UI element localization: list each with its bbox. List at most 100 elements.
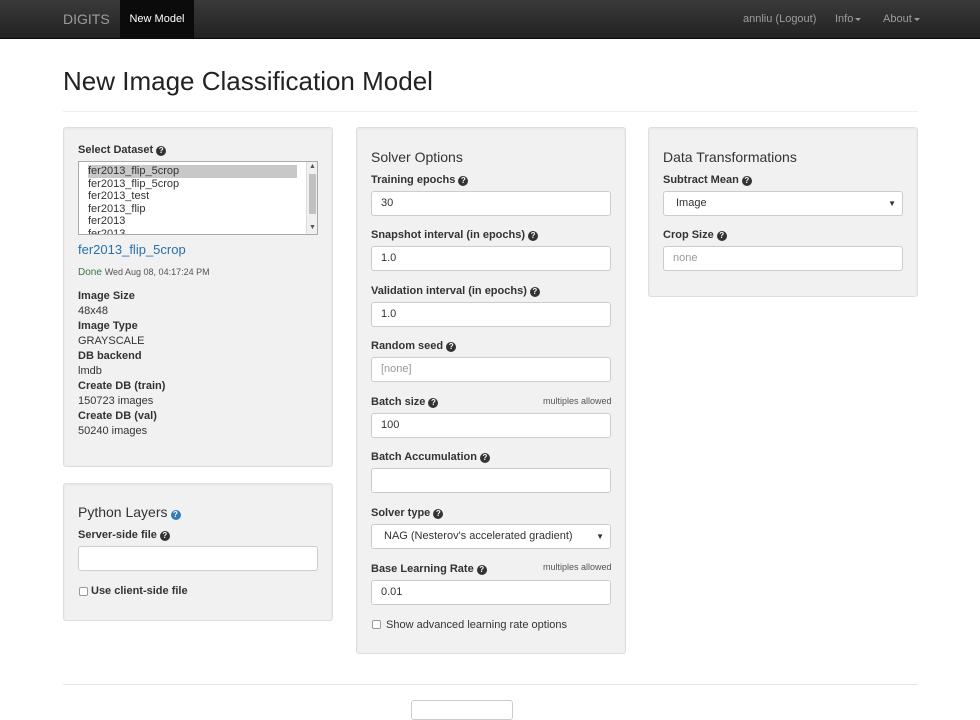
question-circle-icon[interactable]: ? <box>156 146 167 156</box>
status-time: Wed Aug 08, 04:17:24 PM <box>104 267 210 277</box>
random-seed-label: Random seed? <box>371 340 457 352</box>
nav-user-logout[interactable]: annliu (Logout) <box>743 0 816 38</box>
dataset-panel: Select Dataset? fer2013_flip_5crop fer20… <box>63 127 333 467</box>
detail-value: 150723 images <box>78 395 154 407</box>
training-epochs-input[interactable]: 30 <box>371 191 611 216</box>
dataset-listbox[interactable]: fer2013_flip_5crop fer2013_flip_5crop fe… <box>78 161 318 235</box>
scroll-down-icon[interactable]: ▼ <box>309 224 316 231</box>
detail-label: Create DB (val) <box>78 410 157 422</box>
dataset-option[interactable]: fer2013_flip_5crop <box>79 178 317 191</box>
base-lr-label-text: Base Learning Rate <box>371 563 474 575</box>
data-transformations-title: Data Transformations <box>663 149 797 165</box>
subtract-mean-label: Subtract Mean? <box>663 174 752 186</box>
question-circle-icon[interactable]: ? <box>159 531 170 541</box>
question-circle-icon[interactable]: ? <box>528 231 539 241</box>
detail-label: Create DB (train) <box>78 380 166 392</box>
create-button-partial[interactable] <box>411 700 513 720</box>
crop-size-label-text: Crop Size <box>663 229 714 241</box>
python-layers-title: Python Layers? <box>78 504 181 520</box>
validation-interval-label-text: Validation interval (in epochs) <box>371 285 527 297</box>
random-seed-input[interactable]: [none] <box>371 357 611 382</box>
navbar: DIGITS New Model annliu (Logout) Info Ab… <box>0 0 980 39</box>
dataset-status: Done Wed Aug 08, 04:17:24 PM <box>78 267 210 278</box>
selected-dataset-link[interactable]: fer2013_flip_5crop <box>78 242 186 257</box>
nav-info-dropdown[interactable]: Info <box>835 0 862 38</box>
title-divider <box>63 111 918 112</box>
batch-accumulation-label-text: Batch Accumulation <box>371 451 477 463</box>
batch-size-label-text: Batch size <box>371 396 426 408</box>
nav-about-label: About <box>883 13 912 25</box>
caret-down-icon <box>913 17 920 21</box>
batch-size-multiples-note: multiples allowed <box>543 396 612 406</box>
dataset-option[interactable]: fer2013_flip_5crop <box>88 165 297 178</box>
question-circle-icon[interactable]: ? <box>716 231 727 241</box>
batch-accumulation-label: Batch Accumulation? <box>371 451 490 463</box>
detail-value: 48x48 <box>78 305 108 317</box>
question-circle-icon[interactable]: ? <box>479 453 490 463</box>
question-circle-icon[interactable]: ? <box>170 510 181 520</box>
page-title: New Image Classification Model <box>63 66 433 96</box>
snapshot-interval-label: Snapshot interval (in epochs)? <box>371 229 539 241</box>
python-layers-panel: Python Layers? Server-side file? Use cli… <box>63 483 333 621</box>
solver-type-label: Solver type? <box>371 507 444 519</box>
crop-size-label: Crop Size? <box>663 229 727 241</box>
crop-size-input[interactable]: none <box>663 246 903 271</box>
training-epochs-label-text: Training epochs <box>371 174 456 186</box>
batch-size-label: Batch size? <box>371 396 439 408</box>
nav-new-model[interactable]: New Model <box>120 0 194 38</box>
base-lr-multiples-note: multiples allowed <box>543 562 612 572</box>
validation-interval-label: Validation interval (in epochs)? <box>371 285 540 297</box>
detail-value: lmdb <box>78 365 102 377</box>
dataset-option[interactable]: fer2013_test <box>79 190 317 203</box>
advanced-lr-checkbox[interactable] <box>372 620 381 629</box>
dataset-option[interactable]: fer2013 <box>79 215 317 228</box>
solver-type-value: NAG (Nesterov's accelerated gradient) <box>384 530 573 542</box>
client-file-label[interactable]: Use client-side file <box>91 585 188 597</box>
validation-interval-input[interactable]: 1.0 <box>371 302 611 327</box>
subtract-mean-label-text: Subtract Mean <box>663 174 739 186</box>
subtract-mean-select[interactable]: Image ▼ <box>663 191 903 216</box>
server-file-label: Server-side file? <box>78 529 170 541</box>
caret-down-icon <box>855 17 862 21</box>
client-file-checkbox[interactable] <box>79 587 88 596</box>
nav-about-dropdown[interactable]: About <box>883 0 920 38</box>
detail-value: 50240 images <box>78 425 148 437</box>
select-dataset-label: Select Dataset? <box>78 144 167 156</box>
question-circle-icon[interactable]: ? <box>741 176 752 186</box>
bottom-divider <box>63 684 918 685</box>
detail-label: DB backend <box>78 350 142 362</box>
select-arrow-icon: ▼ <box>596 532 604 541</box>
status-done: Done <box>78 267 102 278</box>
random-seed-label-text: Random seed <box>371 340 444 352</box>
question-circle-icon[interactable]: ? <box>458 176 469 186</box>
server-file-label-text: Server-side file <box>78 529 157 541</box>
question-circle-icon[interactable]: ? <box>433 509 444 519</box>
brand-link[interactable]: DIGITS <box>63 0 110 38</box>
dataset-option[interactable]: fer2013_flip <box>79 203 317 216</box>
question-circle-icon[interactable]: ? <box>428 398 439 408</box>
listbox-scrollbar[interactable]: ▲ ▼ <box>306 162 317 234</box>
base-lr-input[interactable]: 0.01 <box>371 580 611 605</box>
question-circle-icon[interactable]: ? <box>446 342 457 352</box>
question-circle-icon[interactable]: ? <box>476 565 487 575</box>
solver-options-title: Solver Options <box>371 149 463 165</box>
select-arrow-icon: ▼ <box>888 199 896 208</box>
training-epochs-label: Training epochs? <box>371 174 469 186</box>
nav-info-label: Info <box>835 13 854 25</box>
scroll-up-icon[interactable]: ▲ <box>309 163 316 170</box>
python-layers-title-text: Python Layers <box>78 504 168 520</box>
batch-size-input[interactable]: 100 <box>371 413 611 438</box>
advanced-lr-label[interactable]: Show advanced learning rate options <box>386 619 567 631</box>
snapshot-interval-input[interactable]: 1.0 <box>371 246 611 271</box>
scrollbar-thumb[interactable] <box>309 174 316 214</box>
detail-label: Image Type <box>78 320 138 332</box>
question-circle-icon[interactable]: ? <box>529 287 540 297</box>
batch-accumulation-input[interactable] <box>371 468 611 493</box>
solver-options-panel: Solver Options Training epochs? 30 Snaps… <box>356 127 626 654</box>
server-file-input[interactable] <box>78 546 318 571</box>
snapshot-interval-label-text: Snapshot interval (in epochs) <box>371 229 526 241</box>
solver-type-label-text: Solver type <box>371 507 431 519</box>
base-lr-label: Base Learning Rate? <box>371 563 487 575</box>
dataset-option[interactable]: fer2013 <box>79 228 317 235</box>
solver-type-select[interactable]: NAG (Nesterov's accelerated gradient) ▼ <box>371 524 611 549</box>
